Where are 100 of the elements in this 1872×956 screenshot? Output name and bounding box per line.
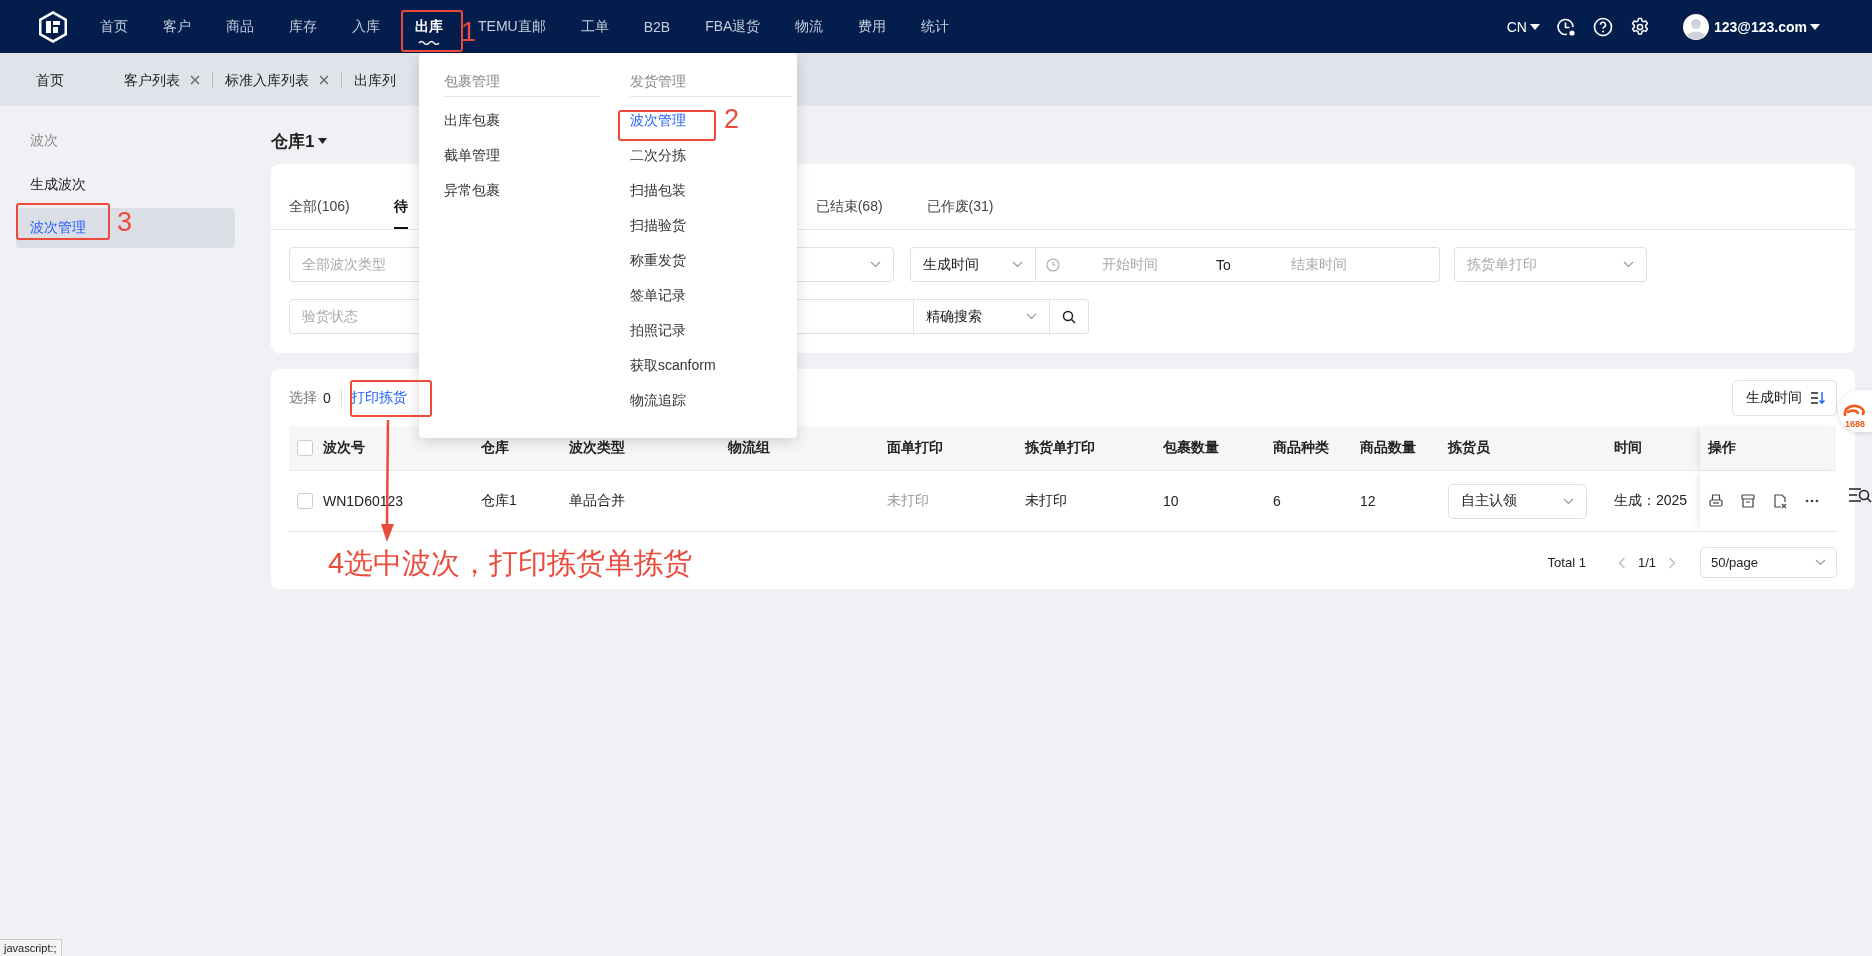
menu-item[interactable]: 物流追踪 — [630, 383, 686, 418]
menu-item[interactable]: 波次管理 — [630, 103, 686, 138]
step-number: 2 — [724, 104, 740, 134]
search-icon — [1062, 309, 1076, 324]
nav-item[interactable]: 出库 — [415, 17, 443, 36]
status-tab[interactable]: 已作废(31) — [926, 164, 994, 229]
warehouse-selector[interactable]: 仓库1 — [271, 131, 328, 151]
sort-button[interactable]: 生成时间 — [1732, 380, 1837, 416]
menu-item[interactable]: 出库包裹 — [444, 103, 500, 138]
nav-item[interactable]: 首页 — [100, 17, 128, 36]
chevron-down-icon — [1623, 261, 1634, 268]
table-cell: 未打印 — [887, 492, 929, 510]
total-count: Total 1 — [1547, 555, 1586, 570]
chevron-down-icon — [1012, 261, 1023, 268]
selection-label: 选择 — [289, 389, 317, 407]
nav-item[interactable]: FBA退货 — [705, 17, 761, 36]
select-field[interactable]: 精确搜索 — [914, 299, 1050, 334]
language-label: CN — [1506, 18, 1527, 35]
table-cell: 6 — [1273, 493, 1281, 509]
menu-item[interactable]: 称重发货 — [630, 243, 686, 278]
chevron-down-icon — [1563, 497, 1574, 505]
nav-item[interactable]: TEMU直邮 — [478, 17, 546, 36]
nav-item[interactable]: 费用 — [858, 17, 887, 36]
column-header: 物流组 — [728, 439, 770, 457]
nav-item[interactable]: 商品 — [226, 17, 254, 36]
status-tab[interactable]: 已结束(68) — [815, 164, 883, 229]
step-number: 1 — [461, 17, 477, 47]
nav-item[interactable]: 统计 — [921, 17, 950, 36]
select-field[interactable]: 生成时间 — [910, 247, 1036, 282]
nav-item[interactable]: 客户 — [163, 17, 191, 36]
column-header: 时间 — [1614, 439, 1642, 457]
table-cell: 生成：2025 — [1614, 492, 1688, 510]
menu-heading: 包裹管理 — [444, 73, 600, 97]
document-x-icon[interactable] — [1772, 493, 1788, 509]
column-header: 拣货员 — [1448, 439, 1490, 457]
active-underline — [418, 39, 440, 45]
chevron-down-icon — [1026, 313, 1037, 320]
page-tab[interactable]: 客户列表 — [124, 71, 213, 88]
menu-item[interactable]: 获取scanform — [630, 348, 716, 383]
nav-item[interactable]: B2B — [643, 18, 671, 35]
column-header: 波次类型 — [569, 439, 625, 457]
column-header: 面单打印 — [887, 439, 943, 457]
cabinet-icon[interactable] — [1740, 493, 1756, 509]
status-tab[interactable]: 全部(106) — [289, 164, 350, 229]
caret-icon — [1529, 23, 1540, 30]
table-cell: 仓库1 — [481, 492, 517, 510]
column-header: 波次号 — [323, 439, 365, 457]
menu-item[interactable]: 二次分拣 — [630, 138, 686, 173]
page-tab[interactable]: 首页 — [36, 71, 76, 88]
column-header: 拣货单打印 — [1025, 439, 1095, 457]
table-cell: 12 — [1360, 493, 1376, 509]
date-range-field[interactable]: 开始时间 To 结束时间 — [1036, 247, 1440, 282]
nav-item[interactable]: 入库 — [352, 17, 380, 36]
menu-item[interactable]: 扫描包装 — [630, 173, 686, 208]
row-checkbox[interactable] — [297, 493, 313, 509]
table-cell: 单品合并 — [569, 492, 625, 510]
highlight-box — [401, 10, 463, 52]
chevron-down-icon — [870, 261, 881, 268]
picker-select[interactable]: 自主认领 — [1448, 483, 1587, 519]
avatar-icon[interactable] — [1682, 13, 1709, 40]
menu-item[interactable]: 扫描验货 — [630, 208, 686, 243]
select-all-checkbox[interactable] — [297, 440, 313, 456]
menu-item[interactable]: 拍照记录 — [630, 313, 686, 348]
badge-label: 1688 — [1845, 419, 1865, 429]
print-picklist-link[interactable]: 打印拣货 — [350, 389, 407, 407]
settings-icon[interactable] — [1629, 16, 1650, 37]
close-icon[interactable] — [319, 74, 329, 85]
column-header: 商品数量 — [1360, 439, 1416, 457]
page-number: 1/1 — [1637, 555, 1656, 570]
sidebar-heading: 波次 — [29, 131, 59, 150]
close-icon[interactable] — [190, 74, 200, 85]
step-number: 3 — [117, 207, 133, 237]
menu-item[interactable]: 签单记录 — [630, 278, 686, 313]
column-header: 包裹数量 — [1163, 439, 1219, 457]
menu-item[interactable]: 截单管理 — [444, 138, 500, 173]
column-header: 商品种类 — [1273, 439, 1329, 457]
clock-icon[interactable] — [1555, 16, 1576, 37]
nav-item[interactable]: 物流 — [795, 17, 824, 36]
page-tab[interactable]: 出库列 — [354, 71, 408, 88]
list-search-icon[interactable] — [1848, 487, 1872, 505]
column-header: 仓库 — [481, 439, 509, 457]
status-url: javascript:; — [0, 939, 62, 956]
table-cell: 未打印 — [1025, 492, 1067, 510]
nav-item[interactable]: 工单 — [580, 17, 609, 36]
caret-icon — [1810, 23, 1820, 30]
sort-icon — [1810, 391, 1826, 405]
help-icon[interactable] — [1592, 16, 1613, 37]
sidebar-item[interactable]: 生成波次 — [16, 165, 235, 205]
search-button[interactable] — [1050, 299, 1089, 334]
page-tab[interactable]: 标准入库列表 — [225, 71, 342, 88]
menu-item[interactable]: 异常包裹 — [444, 173, 500, 208]
page-size-select[interactable]: 50/page — [1700, 547, 1837, 578]
nav-item[interactable]: 库存 — [289, 17, 317, 36]
printer-icon[interactable] — [1708, 493, 1724, 509]
annotation-note: 4选中波次，打印拣货单拣货 — [328, 546, 693, 581]
status-tab[interactable]: 待 — [393, 164, 408, 229]
language-selector[interactable]: CN — [1506, 18, 1540, 35]
column-header: 操作 — [1708, 439, 1736, 457]
caret-icon — [318, 138, 328, 144]
swoosh-icon — [1842, 403, 1868, 419]
